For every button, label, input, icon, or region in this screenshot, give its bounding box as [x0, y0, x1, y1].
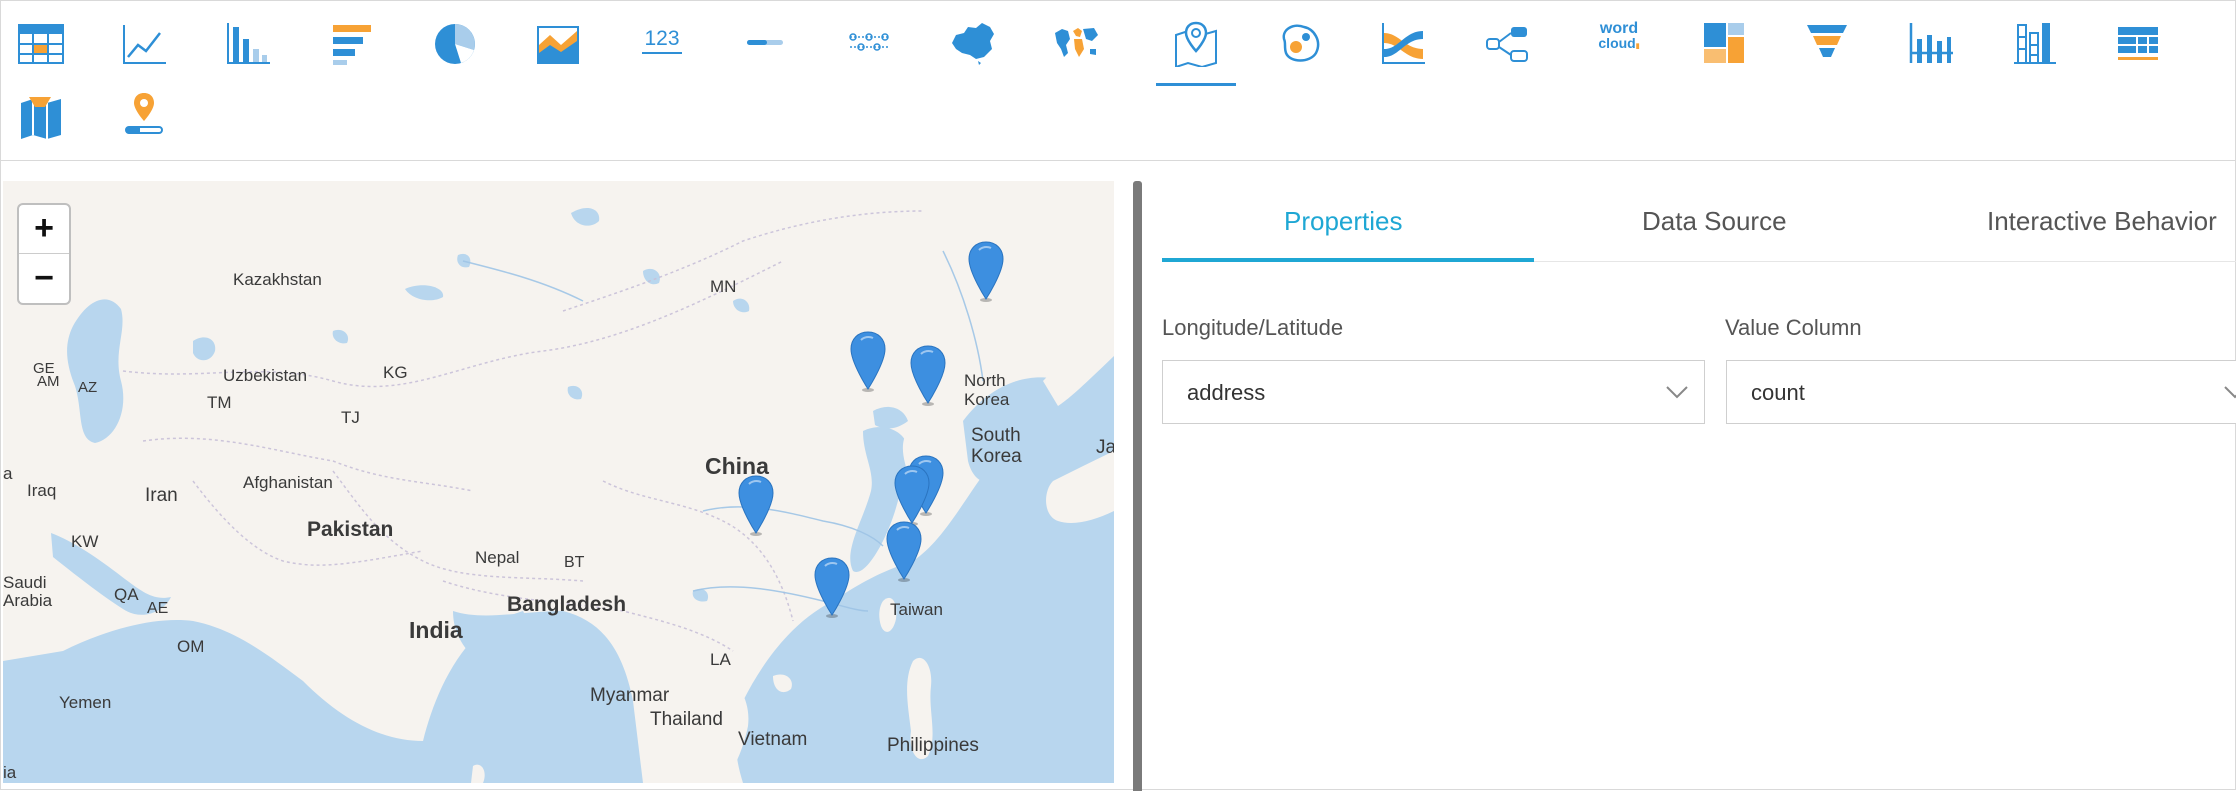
map-marker[interactable] [893, 465, 931, 527]
map-label-saudi-1: Saudi [3, 573, 47, 592]
map-label-nepal: Nepal [475, 548, 520, 567]
map-marker[interactable] [813, 557, 851, 619]
region-map-icon[interactable] [1, 73, 81, 153]
map-label-ae: AE [147, 600, 169, 617]
chevron-down-icon [2224, 386, 2236, 399]
map-label-bt: BT [564, 554, 585, 571]
map-label-north-korea-1: North [964, 371, 1006, 390]
map-label-philippines: Philippines [887, 735, 979, 756]
map-label-pakistan: Pakistan [307, 518, 394, 541]
map-label-north-korea-2: Korea [964, 390, 1010, 409]
map-label-india: India [409, 617, 463, 643]
longitude-latitude-value: address [1187, 380, 1266, 405]
panel-resize-handle[interactable] [1133, 181, 1142, 791]
treemap-icon[interactable] [1684, 1, 1764, 81]
map-label-a: a [3, 464, 13, 483]
map-label-south-korea-1: South [971, 425, 1021, 446]
map-label-thailand: Thailand [650, 709, 723, 730]
table-chart-icon[interactable] [1, 1, 81, 81]
longitude-latitude-select[interactable]: address [1162, 360, 1705, 424]
stacked-bar-icon[interactable] [1994, 1, 2074, 81]
horizontal-bar-chart-icon[interactable] [311, 1, 391, 81]
tab-data-source[interactable]: Data Source [1642, 206, 1787, 237]
map-label-tj: TJ [341, 408, 360, 427]
kpi-number-icon[interactable]: 123 [622, 1, 702, 81]
value-column-select[interactable]: count [1726, 360, 2236, 424]
value-column-value: count [1751, 380, 1805, 405]
world-map-icon[interactable] [1036, 1, 1116, 81]
active-tab-indicator [1162, 258, 1534, 262]
map-label-az: AZ [78, 379, 98, 396]
map-label-kazakhstan: Kazakhstan [233, 270, 322, 289]
line-chart-icon[interactable] [104, 1, 184, 81]
pie-chart-icon[interactable] [415, 1, 495, 81]
map-label-bangladesh: Bangladesh [507, 593, 627, 616]
heat-map-icon[interactable] [1260, 1, 1340, 81]
zoom-in-button[interactable]: + [19, 205, 69, 254]
flow-dots-icon[interactable] [829, 1, 909, 81]
relation-graph-icon[interactable] [1467, 1, 1547, 81]
map-label-iran: Iran [145, 485, 178, 506]
svg-text:123: 123 [644, 27, 679, 50]
location-marker-icon[interactable] [104, 73, 184, 153]
map-marker[interactable] [849, 331, 887, 393]
tab-interactive-behavior[interactable]: Interactive Behavior [1987, 206, 2217, 237]
map-marker[interactable] [909, 345, 947, 407]
map-label-south-korea-2: Korea [971, 446, 1022, 467]
map-view[interactable]: Kazakhstan MN Uzbekistan KG GE AM AZ TM … [3, 181, 1114, 783]
app-frame: 123 word cloud▮ Kazakhstan MN Uzbekistan… [0, 0, 2236, 791]
map-label-saudi-2: Arabia [3, 591, 53, 610]
chevron-down-icon [1666, 386, 1688, 399]
map-label-tm: TM [207, 393, 232, 412]
map-label-qa: QA [114, 585, 139, 604]
map-label-vietnam: Vietnam [738, 729, 808, 750]
map-label-yemen: Yemen [59, 693, 112, 712]
zoom-out-button[interactable]: − [19, 255, 69, 304]
bar-chart-icon[interactable] [208, 1, 288, 81]
progress-bar-icon[interactable] [725, 1, 805, 81]
map-label-afghanistan: Afghanistan [243, 473, 333, 492]
area-chart-icon[interactable] [518, 1, 598, 81]
word-cloud-icon[interactable]: word cloud▮ [1579, 1, 1659, 81]
settings-tabs: Properties Data Source Interactive Behav… [1162, 162, 2236, 262]
map-label-japan: Ja [1096, 437, 1114, 458]
map-label-kg: KG [383, 363, 408, 382]
longitude-latitude-label: Longitude/Latitude [1162, 315, 1344, 340]
chart-type-toolbar: 123 word cloud▮ [1, 1, 2236, 161]
word-cloud-icon-text: word cloud▮ [1598, 20, 1640, 51]
map-marker[interactable] [967, 241, 1005, 303]
sankey-chart-icon[interactable] [1363, 1, 1443, 81]
tab-properties[interactable]: Properties [1284, 206, 1403, 237]
map-label-mn: MN [710, 277, 737, 296]
map-label-taiwan: Taiwan [890, 600, 943, 619]
map-marker[interactable] [737, 475, 775, 537]
china-map-icon[interactable] [932, 1, 1012, 81]
map-label-la: LA [710, 650, 731, 669]
map-label-ia: ia [3, 763, 17, 782]
zoom-control: + − [17, 203, 71, 305]
funnel-chart-icon[interactable] [1787, 1, 1867, 81]
waterfall-chart-icon[interactable] [1891, 1, 1971, 81]
crosstab-icon[interactable] [2098, 1, 2178, 81]
map-label-am: AM [37, 373, 60, 390]
map-label-kw: KW [71, 532, 99, 551]
map-basemap [3, 181, 1114, 783]
map-label-uzbekistan: Uzbekistan [223, 366, 308, 385]
map-label-om: OM [177, 637, 205, 656]
map-marker[interactable] [885, 521, 923, 583]
value-column-label: Value Column [1725, 315, 1862, 340]
map-label-myanmar: Myanmar [590, 685, 670, 706]
map-label-iraq: Iraq [27, 481, 57, 500]
pin-map-icon[interactable] [1156, 1, 1236, 86]
settings-panel: Properties Data Source Interactive Behav… [1142, 162, 2236, 791]
